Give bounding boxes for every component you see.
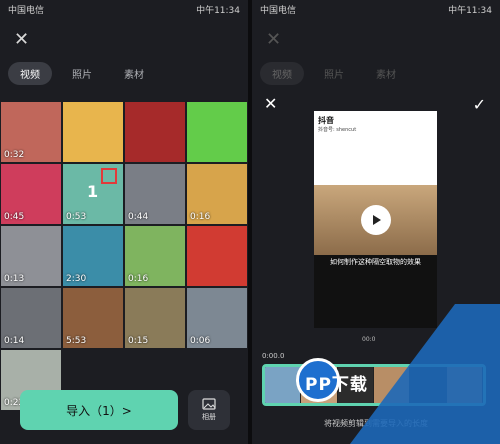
tab-photo[interactable]: 照片 — [60, 62, 104, 85]
album-icon — [202, 398, 216, 410]
media-thumbnail[interactable] — [186, 101, 248, 163]
play-icon[interactable] — [361, 205, 391, 235]
thumbnail-duration: 0:53 — [66, 212, 87, 222]
douyin-logo: 抖音 — [318, 116, 334, 125]
trim-start-time: 0:00.0 — [262, 352, 285, 360]
status-bar: 中国电信 中午11:34 — [0, 0, 248, 18]
media-thumbnail[interactable]: 0:15 — [124, 287, 186, 349]
account-id: 抖音号: shencut — [318, 127, 357, 133]
media-grid: 0:32 0:45 0:53 1 0:44 0:16 0:13 2:30 0:16 0:14 5:5… — [0, 101, 248, 411]
tab-video-dimmed: 视频 — [260, 62, 304, 85]
clock-label: 中午11:34 — [196, 5, 240, 16]
media-thumbnail[interactable]: 0:16 — [124, 225, 186, 287]
media-picker-panel: 中国电信 中午11:34 ✕ 视频 照片 素材 0:32 0:45 0:53 1 0:4… — [0, 0, 248, 444]
media-thumbnail[interactable] — [186, 225, 248, 287]
media-thumbnail[interactable]: 0:44 — [124, 163, 186, 225]
thumbnail-duration: 0:06 — [190, 336, 211, 346]
thumbnail-duration: 0:14 — [4, 336, 25, 346]
thumbnail-duration: 0:16 — [190, 212, 211, 222]
album-label: 相册 — [202, 413, 216, 421]
confirm-check-icon[interactable]: ✓ — [473, 95, 486, 114]
thumbnail-duration: 0:16 — [128, 274, 149, 284]
thumbnail-duration: 0:13 — [4, 274, 25, 284]
status-bar-right: 中国电信 中午11:34 — [252, 0, 500, 18]
thumbnail-duration: 2:30 — [66, 274, 87, 284]
tab-video[interactable]: 视频 — [8, 62, 52, 85]
thumbnail-duration: 0:32 — [4, 150, 25, 160]
media-thumbnail[interactable]: 0:16 — [186, 163, 248, 225]
close-icon-dimmed: ✕ — [266, 29, 282, 50]
tab-photo-dimmed: 照片 — [324, 70, 344, 81]
thumbnail-duration: 0:15 — [128, 336, 149, 346]
selection-number: 1 — [87, 182, 99, 201]
watermark-text: PP下载 — [305, 375, 368, 395]
media-thumbnail[interactable] — [124, 101, 186, 163]
media-thumbnail[interactable]: 0:32 — [0, 101, 62, 163]
tab-material[interactable]: 素材 — [112, 62, 156, 85]
video-preview[interactable]: 抖音 抖音号: shencut 如何制作这种隔空取物的效果 — [314, 111, 437, 328]
clock-label-right: 中午11:34 — [448, 5, 492, 16]
media-thumbnail[interactable]: 2:30 — [62, 225, 124, 287]
thumbnail-duration: 5:53 — [66, 336, 87, 346]
clip-duration: 00:0 — [362, 336, 376, 343]
cancel-trim-icon[interactable]: ✕ — [264, 94, 277, 113]
selection-box[interactable] — [101, 168, 117, 184]
media-tabs: 视频 照片 素材 — [8, 62, 156, 85]
import-button[interactable]: 导入（1）> — [20, 390, 178, 430]
carrier-label: 中国电信 — [8, 5, 45, 16]
media-thumbnail[interactable]: 5:53 — [62, 287, 124, 349]
thumbnail-duration: 0:45 — [4, 212, 25, 222]
close-icon[interactable]: ✕ — [14, 31, 29, 49]
video-caption: 如何制作这种隔空取物的效果 — [330, 258, 421, 266]
thumbnail-duration: 0:44 — [128, 212, 149, 222]
media-thumbnail[interactable]: 0:13 — [0, 225, 62, 287]
media-thumbnail[interactable]: 0:45 — [0, 163, 62, 225]
media-thumbnail[interactable]: 0:53 1 — [62, 163, 124, 225]
media-thumbnail[interactable]: 0:06 — [186, 287, 248, 349]
tab-material-dimmed: 素材 — [376, 70, 396, 81]
media-tabs-dimmed: 视频 照片 素材 — [260, 62, 408, 85]
media-thumbnail[interactable]: 0:14 — [0, 287, 62, 349]
album-button[interactable]: 相册 — [188, 390, 230, 430]
media-thumbnail[interactable] — [62, 101, 124, 163]
carrier-label-right: 中国电信 — [260, 5, 297, 16]
